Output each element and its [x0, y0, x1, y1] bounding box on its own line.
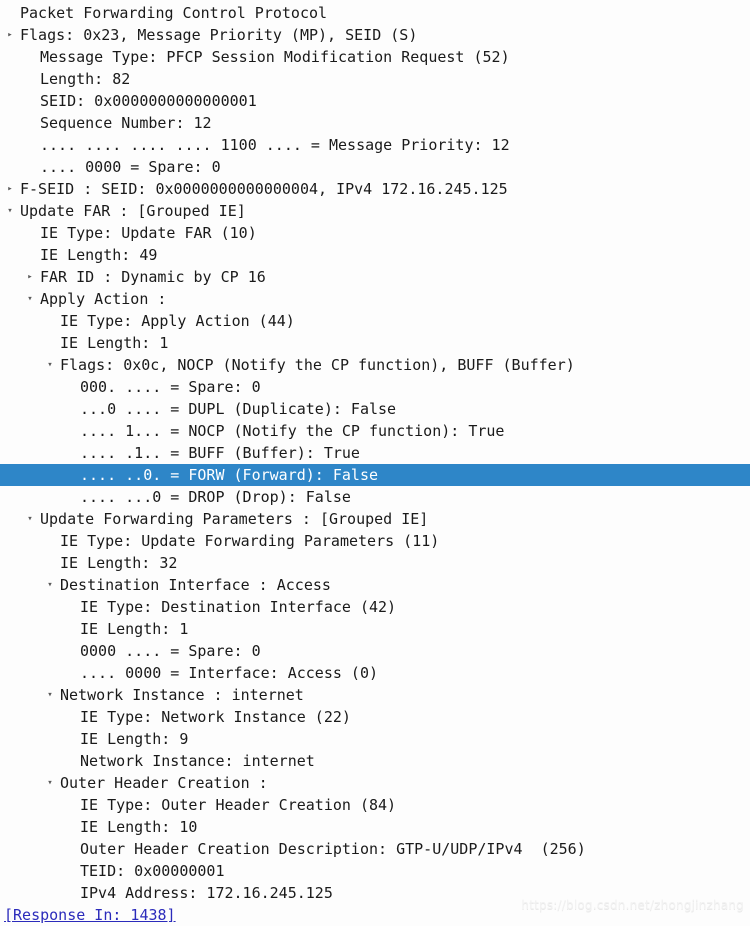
tree-row-label: [Response In: 1438]	[4, 906, 176, 924]
tree-row[interactable]: Length: 82	[0, 68, 750, 90]
tree-row-label: FAR ID : Dynamic by CP 16	[40, 268, 266, 286]
tree-row[interactable]: ▾ Update FAR : [Grouped IE]	[0, 200, 750, 222]
tree-row-label: Message Type: PFCP Session Modification …	[40, 48, 510, 66]
tree-row[interactable]: .... 0000 = Interface: Access (0)	[0, 662, 750, 684]
tree-row-label: IE Length: 49	[40, 246, 158, 264]
tree-row[interactable]: IE Length: 9	[0, 728, 750, 750]
tree-row[interactable]: IE Length: 1	[0, 332, 750, 354]
tree-row[interactable]: TEID: 0x00000001	[0, 860, 750, 882]
tree-row[interactable]: 000. .... = Spare: 0	[0, 376, 750, 398]
tree-row-label: TEID: 0x00000001	[80, 862, 225, 880]
tree-row-label: .... ..0. = FORW (Forward): False	[80, 466, 379, 484]
tree-row-label: .... ...0 = DROP (Drop): False	[80, 488, 351, 506]
tree-row-label: Network Instance: internet	[80, 752, 315, 770]
tree-row-label: IE Type: Apply Action (44)	[60, 312, 295, 330]
tree-row[interactable]: .... ..0. = FORW (Forward): False	[0, 464, 750, 486]
tree-row[interactable]: .... ...0 = DROP (Drop): False	[0, 486, 750, 508]
tree-row[interactable]: IE Type: Destination Interface (42)	[0, 596, 750, 618]
tree-row[interactable]: Outer Header Creation Description: GTP-U…	[0, 838, 750, 860]
tree-row-label: Sequence Number: 12	[40, 114, 212, 132]
chevron-right-icon[interactable]: ▸	[24, 266, 36, 288]
tree-row[interactable]: IE Type: Update Forwarding Parameters (1…	[0, 530, 750, 552]
tree-row-label: IPv4 Address: 172.16.245.125	[80, 884, 333, 902]
tree-row-label: Outer Header Creation Description: GTP-U…	[80, 840, 586, 858]
tree-row[interactable]: ▾ Update Forwarding Parameters : [Grouped…	[0, 508, 750, 530]
tree-row-label: Update FAR : [Grouped IE]	[20, 202, 246, 220]
tree-row[interactable]: ▾ Destination Interface : Access	[0, 574, 750, 596]
tree-row-label: IE Length: 1	[60, 334, 169, 352]
tree-row[interactable]: Message Type: PFCP Session Modification …	[0, 46, 750, 68]
tree-row[interactable]: IPv4 Address: 172.16.245.125	[0, 882, 750, 904]
tree-row[interactable]: IE Type: Network Instance (22)	[0, 706, 750, 728]
tree-row-label: Network Instance : internet	[60, 686, 304, 704]
tree-row[interactable]: Network Instance: internet	[0, 750, 750, 772]
chevron-down-icon[interactable]: ▾	[44, 772, 56, 794]
tree-row-label: IE Type: Update Forwarding Parameters (1…	[60, 532, 440, 550]
chevron-down-icon[interactable]: ▾	[44, 684, 56, 706]
tree-row-label: IE Type: Destination Interface (42)	[80, 598, 397, 616]
tree-row-label: SEID: 0x0000000000000001	[40, 92, 257, 110]
tree-row-label: Packet Forwarding Control Protocol	[20, 4, 328, 22]
tree-row[interactable]: .... 0000 = Spare: 0	[0, 156, 750, 178]
tree-row-label: IE Type: Outer Header Creation (84)	[80, 796, 397, 814]
chevron-right-icon[interactable]: ▸	[4, 24, 16, 46]
tree-row-label: Length: 82	[40, 70, 131, 88]
tree-row-label: .... 0000 = Interface: Access (0)	[80, 664, 379, 682]
tree-row-label: IE Type: Network Instance (22)	[80, 708, 351, 726]
tree-row-label: Flags: 0x23, Message Priority (MP), SEID…	[20, 26, 418, 44]
tree-row-label: .... 0000 = Spare: 0	[40, 158, 221, 176]
chevron-down-icon[interactable]: ▾	[44, 574, 56, 596]
tree-row[interactable]: .... .1.. = BUFF (Buffer): True	[0, 442, 750, 464]
tree-row[interactable]: IE Type: Outer Header Creation (84)	[0, 794, 750, 816]
tree-row-label: IE Length: 10	[80, 818, 198, 836]
tree-row-label: F-SEID : SEID: 0x0000000000000004, IPv4 …	[20, 180, 508, 198]
chevron-down-icon[interactable]: ▾	[4, 200, 16, 222]
tree-row[interactable]: 0000 .... = Spare: 0	[0, 640, 750, 662]
tree-row[interactable]: ▾ Apply Action :	[0, 288, 750, 310]
tree-row-label: IE Type: Update FAR (10)	[40, 224, 257, 242]
tree-row[interactable]: ▾ Network Instance : internet	[0, 684, 750, 706]
tree-row-label: IE Length: 32	[60, 554, 178, 572]
tree-row[interactable]: IE Length: 1	[0, 618, 750, 640]
tree-row-label: 0000 .... = Spare: 0	[80, 642, 261, 660]
chevron-down-icon[interactable]: ▾	[24, 288, 36, 310]
tree-row[interactable]: ...0 .... = DUPL (Duplicate): False	[0, 398, 750, 420]
tree-row[interactable]: SEID: 0x0000000000000001	[0, 90, 750, 112]
tree-row[interactable]: .... .... .... .... 1100 .... = Message …	[0, 134, 750, 156]
chevron-right-icon[interactable]: ▸	[4, 178, 16, 200]
tree-row-label: IE Length: 9	[80, 730, 189, 748]
tree-row[interactable]: IE Length: 32	[0, 552, 750, 574]
tree-row[interactable]: ▸ F-SEID : SEID: 0x0000000000000004, IPv4…	[0, 178, 750, 200]
tree-row[interactable]: ▸ FAR ID : Dynamic by CP 16	[0, 266, 750, 288]
response-in-link[interactable]: [Response In: 1438]	[0, 904, 750, 926]
tree-row-label: .... .1.. = BUFF (Buffer): True	[80, 444, 360, 462]
tree-row[interactable]: IE Length: 49	[0, 244, 750, 266]
tree-row-label: ...0 .... = DUPL (Duplicate): False	[80, 400, 397, 418]
chevron-down-icon[interactable]: ▾	[44, 354, 56, 376]
tree-row[interactable]: IE Type: Update FAR (10)	[0, 222, 750, 244]
tree-row[interactable]: Sequence Number: 12	[0, 112, 750, 134]
tree-row-label: IE Length: 1	[80, 620, 189, 638]
tree-row[interactable]: Packet Forwarding Control Protocol	[0, 2, 750, 24]
tree-row[interactable]: IE Length: 10	[0, 816, 750, 838]
tree-row[interactable]: ▾ Outer Header Creation :	[0, 772, 750, 794]
tree-row-label: .... .... .... .... 1100 .... = Message …	[40, 136, 510, 154]
tree-row-label: Update Forwarding Parameters : [Grouped …	[40, 510, 429, 528]
tree-row[interactable]: ▸ Flags: 0x23, Message Priority (MP), SEI…	[0, 24, 750, 46]
tree-row[interactable]: ▾ Flags: 0x0c, NOCP (Notify the CP functi…	[0, 354, 750, 376]
tree-row-label: Outer Header Creation :	[60, 774, 268, 792]
tree-row-label: Destination Interface : Access	[60, 576, 331, 594]
tree-row-label: Flags: 0x0c, NOCP (Notify the CP functio…	[60, 356, 575, 374]
tree-row-label: .... 1... = NOCP (Notify the CP function…	[80, 422, 505, 440]
chevron-down-icon[interactable]: ▾	[24, 508, 36, 530]
tree-row-label: 000. .... = Spare: 0	[80, 378, 261, 396]
tree-row[interactable]: IE Type: Apply Action (44)	[0, 310, 750, 332]
tree-row[interactable]: .... 1... = NOCP (Notify the CP function…	[0, 420, 750, 442]
tree-row-label: Apply Action :	[40, 290, 167, 308]
